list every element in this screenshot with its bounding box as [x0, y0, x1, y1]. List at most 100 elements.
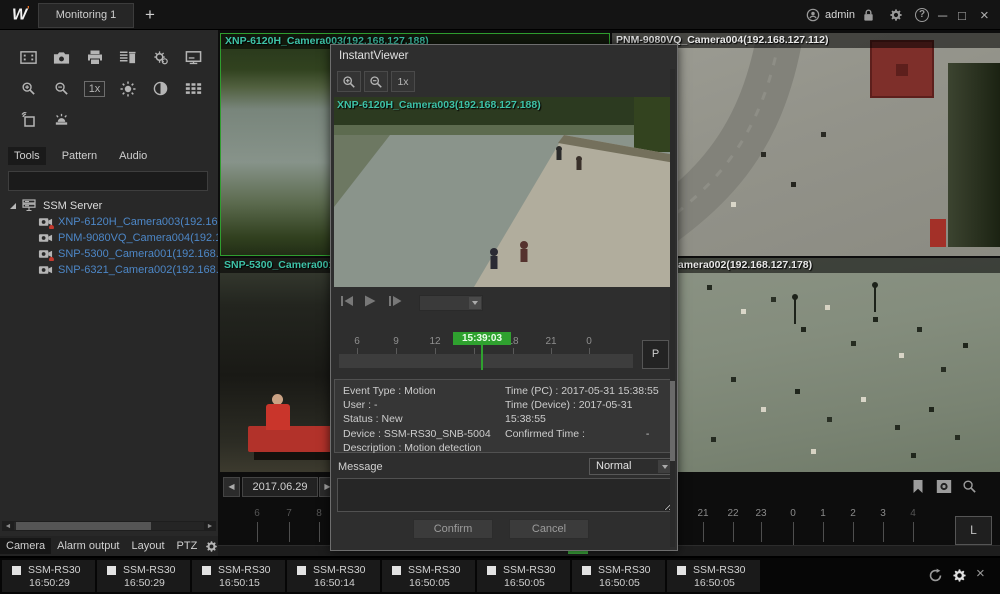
tab-layout[interactable]: Layout [126, 538, 171, 554]
video-feed [334, 97, 675, 287]
message-textarea[interactable] [337, 478, 673, 512]
settings-button[interactable] [889, 0, 903, 30]
step-forward-button[interactable] [387, 294, 403, 308]
sidebar-horizontal-scrollbar[interactable]: ◄ ► [2, 521, 216, 531]
event-item[interactable]: SSM-RS30 16:50:05 [667, 560, 760, 592]
hour-label: 2 [838, 508, 868, 519]
event-item[interactable]: SSM-RS30 16:50:29 [97, 560, 190, 592]
timeline-search-button[interactable] [962, 479, 977, 494]
tab-audio[interactable]: Audio [113, 147, 153, 165]
dialog-timeline-track[interactable] [339, 354, 633, 368]
scrollbar-thumb[interactable] [16, 522, 151, 530]
step-backward-button[interactable] [339, 294, 355, 308]
playback-mode-button[interactable]: P [642, 340, 669, 369]
event-item[interactable]: SSM-RS30 16:50:05 [382, 560, 475, 592]
layout-grid-button[interactable] [177, 73, 210, 104]
dialog-zoom-reset-button[interactable]: 1x [391, 71, 415, 92]
zoom-in-button[interactable] [12, 73, 45, 104]
scroll-left-icon[interactable]: ◄ [2, 523, 14, 530]
chevron-down-icon[interactable] [469, 297, 481, 309]
export-record-button[interactable] [936, 479, 952, 494]
event-checkbox-icon[interactable] [12, 566, 21, 575]
fullscreen-button[interactable] [12, 42, 45, 73]
scroll-right-icon[interactable]: ► [204, 523, 216, 530]
info-row: Confirmed Time : - [505, 427, 673, 441]
user-menu[interactable]: admin [806, 0, 855, 30]
tree-node-camera[interactable]: SNP-5300_Camera001(192.168.10 [0, 246, 218, 261]
help-button[interactable]: ? [915, 0, 929, 30]
dialog-video-view[interactable]: XNP-6120H_Camera003(192.168.127.188) [334, 97, 675, 287]
refresh-events-button[interactable] [928, 568, 943, 583]
tab-pattern[interactable]: Pattern [56, 147, 103, 165]
minimize-button[interactable]: ─ [938, 0, 956, 30]
confirm-button[interactable]: Confirm [413, 519, 493, 539]
tree-expand-icon[interactable] [10, 203, 16, 209]
event-item[interactable]: SSM-RS30 16:50:05 [477, 560, 570, 592]
dialog-zoom-in-button[interactable] [337, 71, 361, 92]
timeline-cursor[interactable] [481, 344, 483, 370]
zoom-reset-button[interactable]: 1x [78, 73, 111, 104]
tree-node-server[interactable]: SSM Server [0, 198, 218, 213]
severity-dropdown[interactable]: Normal [589, 458, 673, 475]
tab-monitoring-1[interactable]: Monitoring 1 [38, 3, 134, 28]
event-item[interactable]: SSM-RS30 16:50:14 [287, 560, 380, 592]
cancel-button[interactable]: Cancel [509, 519, 589, 539]
play-button[interactable] [363, 294, 377, 308]
tab-alarm-output[interactable]: Alarm output [51, 538, 125, 554]
timeline-date[interactable]: 2017.06.29 [242, 477, 318, 497]
event-item[interactable]: SSM-RS30 16:50:29 [2, 560, 95, 592]
event-checkbox-icon[interactable] [677, 566, 686, 575]
event-checkbox-icon[interactable] [487, 566, 496, 575]
bookmark-button[interactable] [912, 479, 924, 494]
print-button[interactable] [78, 42, 111, 73]
dialog-zoom-out-button[interactable] [364, 71, 388, 92]
event-toggle-button[interactable] [144, 42, 177, 73]
close-event-bar-button[interactable]: × [976, 565, 985, 582]
prev-date-button[interactable]: ◀ [223, 477, 240, 497]
contrast-button[interactable] [144, 73, 177, 104]
add-tab-button[interactable]: + [138, 4, 162, 27]
tree-node-camera[interactable]: XNP-6120H_Camera003(192.168.1. [0, 214, 218, 229]
event-settings-button[interactable] [952, 568, 967, 583]
snapshot-button[interactable] [45, 42, 78, 73]
device-search-input[interactable] [8, 171, 208, 191]
tree-node-camera[interactable]: SNP-6321_Camera002(192.168.1.1 [0, 262, 218, 277]
info-row: Time (Device) : 2017-05-31 15:38:55 [505, 398, 673, 426]
delete-sequence-button[interactable] [111, 42, 144, 73]
alarm-lamp-button[interactable] [45, 104, 78, 135]
tab-ptz[interactable]: PTZ [171, 538, 204, 554]
scrollbar-thumb[interactable] [670, 381, 675, 461]
minimize-icon: ─ [938, 8, 947, 23]
event-item[interactable]: SSM-RS30 16:50:15 [192, 560, 285, 592]
zoom-in-icon [21, 81, 36, 96]
event-info-panel: Event Type : Motion User : - Status : Ne… [334, 379, 675, 453]
playback-speed-select[interactable] [419, 295, 483, 311]
event-checkbox-icon[interactable] [392, 566, 401, 575]
tab-tools[interactable]: Tools [8, 147, 46, 165]
monitor-button[interactable] [177, 42, 210, 73]
event-checkbox-icon[interactable] [582, 566, 591, 575]
zoom-out-button[interactable] [45, 73, 78, 104]
event-alarm-icon [152, 50, 169, 65]
zoom-reset-label: 1x [84, 81, 106, 97]
event-checkbox-icon[interactable] [202, 566, 211, 575]
event-notification-bar: SSM-RS30 16:50:29 SSM-RS30 16:50:29 SSM-… [0, 558, 1000, 594]
hour-label: 6 [242, 508, 272, 519]
tab-camera[interactable]: Camera [0, 538, 51, 554]
event-item[interactable]: SSM-RS30 16:50:05 [572, 560, 665, 592]
hour-label: 22 [718, 508, 748, 519]
dialog-scrollbar[interactable] [670, 69, 675, 547]
close-button[interactable]: × [980, 0, 998, 30]
brightness-button[interactable] [111, 73, 144, 104]
event-checkbox-icon[interactable] [107, 566, 116, 575]
scrollbar-track[interactable] [14, 522, 204, 530]
live-button[interactable]: L [955, 516, 992, 545]
tree-node-camera[interactable]: PNM-9080VQ_Camera004(192.168 [0, 230, 218, 245]
user-icon [806, 8, 820, 22]
sidebar-settings-button[interactable] [205, 540, 218, 553]
maximize-button[interactable]: □ [958, 0, 976, 30]
ptz-pattern-button[interactable] [12, 104, 45, 135]
info-row: Status : New [343, 412, 505, 426]
event-checkbox-icon[interactable] [297, 566, 306, 575]
lock-button[interactable] [862, 0, 875, 30]
